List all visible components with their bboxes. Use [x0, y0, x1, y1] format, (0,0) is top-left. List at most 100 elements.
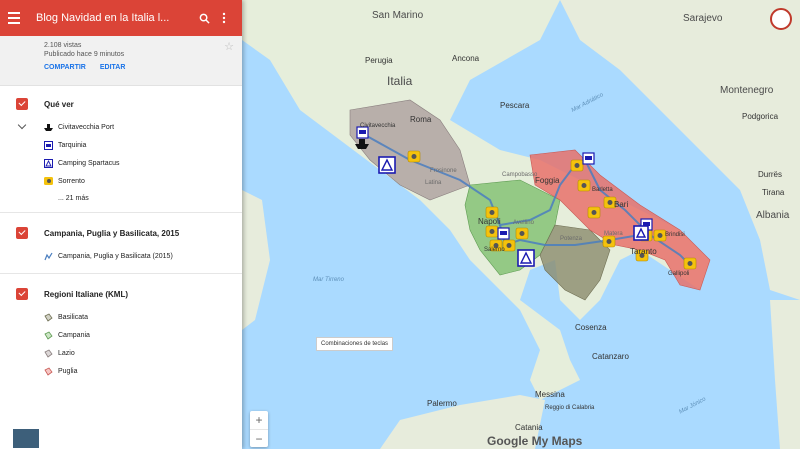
list-item[interactable]: Sorrento: [0, 172, 242, 190]
map-label-pescara: Pescara: [500, 101, 530, 110]
map-label-campobasso: Campobasso: [502, 172, 538, 178]
item-label: Tarquinia: [58, 141, 87, 149]
more-vert-icon[interactable]: [214, 8, 234, 28]
marker-camera: [587, 206, 601, 219]
map-label-bari: Bari: [614, 200, 629, 209]
map-label-reggio: Reggio di Calabria: [545, 405, 595, 411]
marker-camper-van: [582, 152, 595, 165]
item-label: Sorrento: [58, 177, 85, 185]
marker-camera: [515, 227, 529, 240]
marker-camera: [485, 225, 499, 238]
marker-camera: [570, 159, 584, 172]
marker-camera: [407, 150, 421, 163]
camping-tent-icon: [44, 158, 53, 168]
list-item[interactable]: Tarquinia: [0, 136, 242, 154]
map-label-tirana: Tirana: [762, 188, 785, 197]
layer-checkbox[interactable]: [16, 98, 28, 110]
item-label: Campania: [58, 331, 90, 339]
zoom-controls: + −: [250, 411, 268, 447]
map-label-gallipoli: Gallipoli: [668, 271, 690, 277]
route-line-icon: [44, 252, 53, 261]
item-label: Lazio: [58, 349, 75, 357]
layer-title[interactable]: Regioni Italiane (KML): [44, 290, 128, 299]
polygon-icon: [44, 312, 53, 322]
map-label-matera: Matera: [604, 231, 623, 237]
map-label-perugia: Perugia: [365, 56, 393, 65]
map-label-albania: Albania: [756, 210, 790, 221]
marker-camera: [577, 179, 591, 192]
polygon-icon: [44, 348, 53, 358]
item-label: Camping Spartacus: [58, 159, 120, 167]
item-label: Civitavecchia Port: [58, 123, 115, 131]
map-label-san-marino: San Marino: [372, 10, 424, 21]
map-label-podgorica: Podgorica: [742, 112, 779, 121]
layer-checkbox[interactable]: [16, 288, 28, 300]
map-label-messina: Messina: [535, 390, 565, 399]
map-label-latina: Latina: [425, 180, 442, 186]
keyboard-shortcuts-tooltip[interactable]: Combinaciones de teclas: [316, 337, 394, 351]
map-label-napoli: Napoli: [478, 217, 501, 226]
list-item[interactable]: Puglia: [0, 362, 242, 380]
item-label: Basilicata: [58, 313, 88, 321]
marker-camper-van: [497, 227, 510, 240]
list-item[interactable]: Lazio: [0, 344, 242, 362]
layer-que-ver: Qué ver Civitavecchia Port Tarquinia Cam…: [0, 86, 242, 213]
item-label: Campania, Puglia y Basilicata (2015): [58, 252, 173, 260]
map-label-catania: Catania: [515, 423, 543, 432]
item-label: Puglia: [58, 367, 78, 375]
list-item[interactable]: Camping Spartacus: [0, 154, 242, 172]
camper-van-icon: [44, 140, 53, 150]
zoom-out-button[interactable]: −: [250, 429, 268, 447]
layer-route: Campania, Puglia y Basilicata, 2015 Camp…: [0, 213, 242, 274]
map-title[interactable]: Blog Navidad en la Italia l...: [36, 12, 194, 24]
marker-camping: [517, 249, 535, 267]
layer-checkbox[interactable]: [16, 227, 28, 239]
map-label-frosinone: Frosinone: [430, 168, 457, 174]
marker-camera: [602, 235, 616, 248]
chevron-down-icon[interactable]: [17, 120, 27, 130]
map-label-avellino: Avellino: [513, 220, 534, 226]
map-label-civitavecchia: Civitavecchia: [360, 123, 396, 129]
map-label-salerno: Salerno: [484, 247, 505, 253]
map-legend-panel: Blog Navidad en la Italia l... 2.108 vis…: [0, 0, 242, 449]
marker-camera: [683, 257, 697, 270]
basemap-thumbnail[interactable]: [12, 428, 40, 449]
zoom-in-button[interactable]: +: [250, 411, 268, 429]
list-item[interactable]: Campania: [0, 326, 242, 344]
map-label-foggia: Foggia: [535, 176, 560, 185]
map-label-italia: Italia: [387, 74, 413, 88]
list-item[interactable]: Civitavecchia Port: [0, 118, 242, 136]
map-info: 2.108 vistas Publicado hace 9 minutos CO…: [0, 36, 242, 86]
marker-camping: [378, 156, 396, 174]
polygon-icon: [44, 330, 53, 340]
panel-header: Blog Navidad en la Italia l...: [0, 0, 242, 36]
camera-icon: [44, 177, 53, 186]
marker-camping: [633, 225, 649, 241]
star-icon[interactable]: ☆: [224, 40, 234, 53]
list-item[interactable]: Basilicata: [0, 308, 242, 326]
map-label-cosenza: Cosenza: [575, 323, 607, 332]
layer-title[interactable]: Campania, Puglia y Basilicata, 2015: [44, 229, 179, 238]
hamburger-menu-icon[interactable]: [8, 8, 28, 28]
layer-regioni: Regioni Italiane (KML) Basilicata Campan…: [0, 274, 242, 386]
map-app-icon[interactable]: [770, 8, 792, 30]
layer-title[interactable]: Qué ver: [44, 100, 74, 109]
map-label-potenza: Potenza: [560, 236, 583, 242]
more-items-link[interactable]: ... 21 más: [0, 190, 242, 206]
map-label-durres: Durrës: [758, 170, 783, 179]
map-label-taranto: Taranto: [630, 247, 657, 256]
map-label-brindisi: Brindisi: [665, 232, 685, 238]
published-time: Publicado hace 9 minutos: [44, 51, 125, 58]
search-icon[interactable]: [194, 8, 214, 28]
view-count: 2.108 vistas: [44, 42, 82, 49]
google-my-maps-logo: Google My Maps: [487, 434, 583, 448]
share-button[interactable]: COMPARTIR: [44, 64, 86, 71]
map-label-palermo: Palermo: [427, 399, 457, 408]
edit-button[interactable]: EDITAR: [100, 64, 126, 71]
map-label-sarajevo: Sarajevo: [683, 13, 723, 24]
list-item[interactable]: Campania, Puglia y Basilicata (2015): [0, 247, 242, 265]
ship-icon: [44, 123, 53, 132]
map-label-catanzaro: Catanzaro: [592, 352, 629, 361]
map-label-mar-tirreno: Mar Tirreno: [313, 277, 344, 283]
map-label-roma: Roma: [410, 115, 432, 124]
